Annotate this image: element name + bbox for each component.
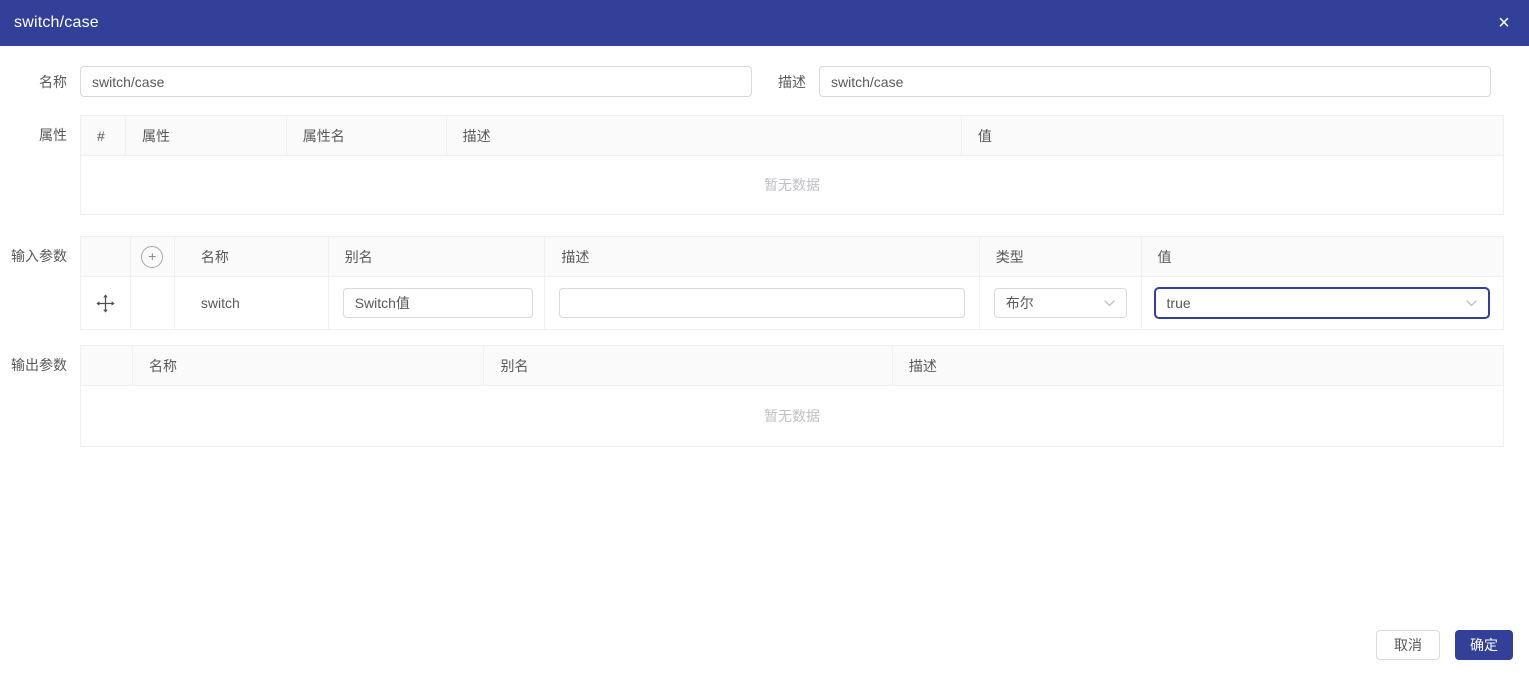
cell-add xyxy=(131,277,175,329)
output-params-table-header: 名称 别名 描述 xyxy=(81,346,1503,386)
col-header-alias: 别名 xyxy=(484,346,893,385)
attributes-table: # 属性 属性名 描述 值 暂无数据 xyxy=(80,115,1504,215)
name-desc-row: 名称 描述 xyxy=(0,66,1529,97)
input-params-section: 输入参数 + 名称 别名 描述 类型 值 switch Switch值 布尔 t… xyxy=(0,236,1529,330)
input-params-table: + 名称 别名 描述 类型 值 switch Switch值 布尔 true xyxy=(80,236,1504,330)
modal-title: switch/case xyxy=(14,14,99,31)
col-header-alias: 别名 xyxy=(329,237,546,276)
col-header-description: 描述 xyxy=(545,237,980,276)
output-params-label: 输出参数 xyxy=(11,357,67,373)
modal-footer: 取消 确定 xyxy=(1376,630,1513,660)
col-header-blank xyxy=(81,346,133,385)
col-header-name: 名称 xyxy=(175,237,329,276)
col-header-attribute: 属性 xyxy=(126,116,287,155)
chevron-down-icon xyxy=(1465,299,1477,306)
input-params-table-header: + 名称 别名 描述 类型 值 xyxy=(81,237,1503,277)
plus-icon: + xyxy=(148,248,157,264)
modal-header: switch/case × xyxy=(0,0,1529,46)
cell-name: switch xyxy=(175,277,329,329)
cancel-button[interactable]: 取消 xyxy=(1376,630,1440,660)
desc-label: 描述 xyxy=(778,73,806,90)
attributes-section: 属性 # 属性 属性名 描述 值 暂无数据 xyxy=(0,115,1529,215)
col-header-type: 类型 xyxy=(980,237,1142,276)
value-select-value: true xyxy=(1166,295,1191,311)
row-desc-input[interactable] xyxy=(559,288,965,318)
col-header-name: 名称 xyxy=(133,346,485,385)
cell-description xyxy=(545,277,980,329)
table-row: switch 布尔 true xyxy=(81,277,1503,329)
output-params-table: 名称 别名 描述 暂无数据 xyxy=(80,345,1504,447)
col-header-drag xyxy=(81,237,131,276)
close-icon[interactable]: × xyxy=(1493,12,1515,34)
output-params-section: 输出参数 名称 别名 描述 暂无数据 xyxy=(0,345,1529,447)
alias-input[interactable] xyxy=(342,288,533,318)
cell-type: 布尔 xyxy=(980,277,1142,329)
add-row-button[interactable]: + xyxy=(141,245,164,268)
cell-drag xyxy=(81,277,131,329)
col-header-description: 描述 xyxy=(908,357,937,374)
attributes-empty-text: 暂无数据 xyxy=(764,177,820,193)
attributes-table-header: # 属性 属性名 描述 值 xyxy=(81,116,1503,156)
chevron-down-icon xyxy=(1103,299,1115,306)
drag-handle-icon[interactable] xyxy=(96,293,115,313)
desc-input[interactable] xyxy=(819,66,1491,97)
col-header-index: # xyxy=(81,116,126,155)
col-header-description: 描述 xyxy=(447,116,962,155)
type-select-value: 布尔 xyxy=(1005,295,1034,311)
cell-value: true xyxy=(1142,277,1503,329)
col-header-value: 值 xyxy=(977,127,992,144)
col-header-value: 值 xyxy=(1157,248,1172,265)
modal-body: 名称 描述 属性 # 属性 属性名 描述 值 暂无数据 输入参数 + xyxy=(0,46,1529,447)
cell-alias xyxy=(329,277,546,329)
col-header-add: + xyxy=(131,237,175,276)
value-select[interactable]: true xyxy=(1153,287,1490,319)
input-params-label: 输入参数 xyxy=(11,248,67,264)
output-params-empty-text: 暂无数据 xyxy=(764,408,820,424)
name-label: 名称 xyxy=(39,73,67,90)
type-select[interactable]: 布尔 xyxy=(993,288,1127,318)
col-header-attribute-name: 属性名 xyxy=(287,116,447,155)
ok-button[interactable]: 确定 xyxy=(1455,630,1513,660)
attributes-label: 属性 xyxy=(39,127,67,143)
name-input[interactable] xyxy=(80,66,752,97)
